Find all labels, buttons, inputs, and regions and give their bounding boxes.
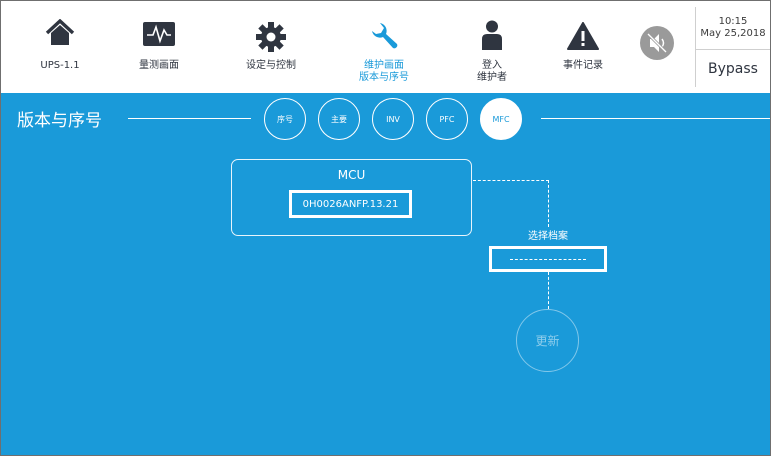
tab-serial[interactable]: 序号 (264, 98, 306, 140)
mcu-panel: MCU 0H0026ANFP.13.21 (231, 159, 472, 236)
mcu-label: MCU (337, 168, 366, 182)
tab-main[interactable]: 主要 (318, 98, 360, 140)
title-rule-right (541, 118, 770, 119)
update-button[interactable]: 更新 (516, 309, 579, 372)
nav-label: 事件记录 (563, 60, 603, 71)
mcu-version-value: 0H0026ANFP.13.21 (289, 190, 412, 218)
select-file-label: 选择档案 (528, 231, 568, 242)
nav-label: 维护画面 版本与序号 (339, 60, 429, 84)
home-icon (45, 18, 75, 50)
tab-pfc[interactable]: PFC (426, 98, 468, 140)
user-icon (481, 20, 503, 53)
wrench-icon (369, 22, 399, 55)
nav-label: 设定与控制 (246, 60, 296, 71)
nav-label: UPS-1.1 (40, 60, 80, 71)
connector-line (473, 180, 549, 181)
nav-item-login[interactable]: 登入 维护者 (447, 1, 537, 93)
file-placeholder-line (510, 259, 586, 260)
connector-line (548, 272, 549, 309)
waveform-icon (143, 22, 175, 49)
main-panel: 版本与序号 序号 主要 INV PFC MFC MCU 0H0026ANFP.1… (1, 93, 770, 455)
nav-item-ups[interactable]: UPS-1.1 (15, 1, 105, 93)
ups-mode-status: Bypass (708, 61, 758, 77)
page-title: 版本与序号 (17, 111, 102, 131)
clock-date: May 25,2018 (700, 28, 766, 39)
speaker-muted-icon[interactable] (640, 26, 674, 64)
tab-mfc[interactable]: MFC (480, 98, 522, 140)
connector-line (548, 180, 549, 227)
top-navigation-bar: UPS-1.1 量测画面 设定与控制 维护画面 版本与序号 登入 维护者 事件记… (1, 1, 770, 93)
nav-label-sub: 版本与序号 (359, 72, 409, 83)
clock: 10:15 May 25,2018 (696, 16, 770, 40)
nav-item-measure[interactable]: 量测画面 (114, 1, 204, 93)
nav-label: 登入 维护者 (447, 60, 537, 84)
select-file-field[interactable] (489, 246, 607, 272)
status-divider-horizontal (696, 49, 770, 50)
title-rule-left (128, 118, 251, 119)
nav-item-maintenance[interactable]: 维护画面 版本与序号 (339, 1, 429, 93)
nav-label-main: 维护画面 (364, 60, 404, 71)
nav-label-main: 登入 (482, 60, 502, 71)
nav-item-setup[interactable]: 设定与控制 (226, 1, 316, 93)
nav-item-events[interactable]: 事件记录 (538, 1, 628, 93)
nav-label-sub: 维护者 (477, 72, 507, 83)
clock-time: 10:15 (718, 16, 748, 27)
tab-inv[interactable]: INV (372, 98, 414, 140)
warning-icon (567, 22, 599, 53)
nav-label: 量测画面 (139, 60, 179, 71)
app-frame: UPS-1.1 量测画面 设定与控制 维护画面 版本与序号 登入 维护者 事件记… (0, 0, 771, 456)
gear-icon (256, 22, 286, 55)
